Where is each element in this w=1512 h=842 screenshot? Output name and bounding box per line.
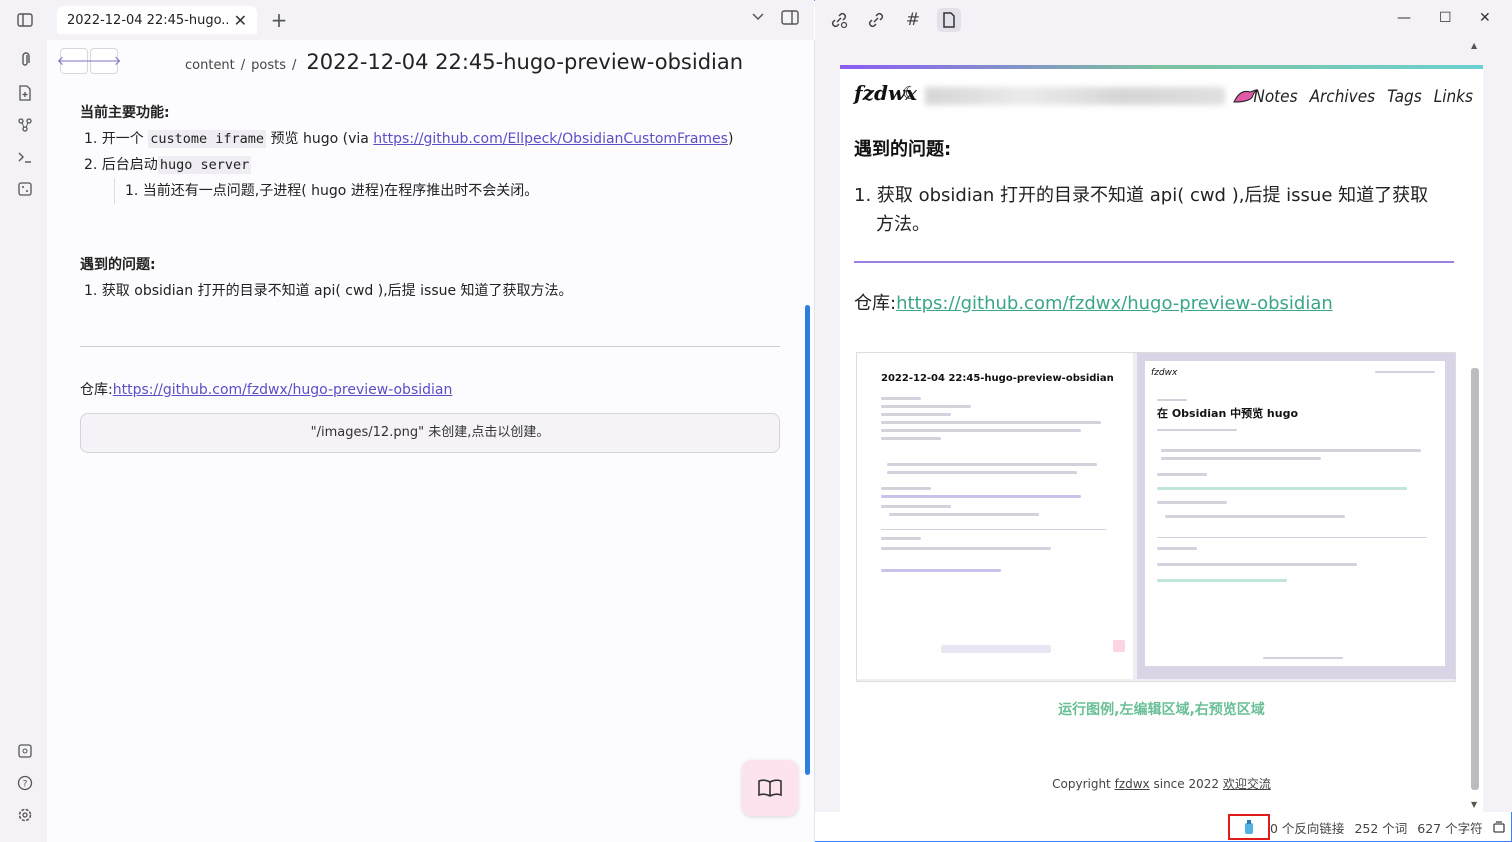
dice-icon[interactable] xyxy=(14,178,36,200)
breadcrumb: content / posts / 2022-12-04 22:45-hugo-… xyxy=(185,50,743,74)
preview-issue-line-2: 方法。 xyxy=(876,214,930,235)
graph-icon[interactable] xyxy=(14,114,36,136)
tab-title: 2022-12-04 22:45-hugo... xyxy=(67,12,228,28)
image-caption: 运行图例,左编辑区域,右预览区域 xyxy=(1058,702,1265,718)
file-icon[interactable] xyxy=(937,8,961,32)
preview-divider xyxy=(854,261,1454,263)
preview-scrollbar[interactable] xyxy=(1471,368,1479,790)
site-footer: Copyright fzdwx since 2022 欢迎交流 xyxy=(840,775,1483,792)
file-plus-icon[interactable] xyxy=(14,82,36,104)
contact-link[interactable]: 欢迎交流 xyxy=(1223,777,1271,791)
paperclip-icon[interactable] xyxy=(14,49,36,71)
screenshot-editor-side: 2022-12-04 22:45-hugo-preview-obsidian xyxy=(857,353,1133,679)
copyright-author-link[interactable]: fzdwx xyxy=(1115,777,1150,791)
blurred-title xyxy=(925,87,1225,105)
unresolved-image-embed[interactable]: "/images/12.png" 未创建,点击以创建。 xyxy=(80,413,780,453)
nav-links[interactable]: Links xyxy=(1434,87,1473,107)
status-lock-icon[interactable] xyxy=(1492,819,1505,836)
scroll-down-arrow-icon[interactable]: ▼ xyxy=(1471,800,1477,809)
preview-repo-label: 仓库: xyxy=(854,293,897,314)
unlink-icon[interactable] xyxy=(864,8,888,32)
new-tab-plus-icon[interactable]: + xyxy=(267,8,291,32)
feature-item-1-suffix: ) xyxy=(727,131,734,147)
terminal-icon[interactable] xyxy=(14,146,36,168)
feature-item-1-text: 预览 hugo (via xyxy=(270,131,369,147)
editor-pane: 🡐 🡒 content / posts / 2022-12-04 22:45-h… xyxy=(47,40,815,842)
repo-line: 仓库:https://github.com/fzdwx/hugo-preview… xyxy=(80,377,780,403)
hash-icon[interactable]: # xyxy=(901,8,925,32)
settings-icon[interactable] xyxy=(14,804,36,826)
screenshot-right-title: 在 Obsidian 中预览 hugo xyxy=(1157,407,1299,420)
book-open-icon xyxy=(758,779,782,797)
left-ribbon: ? xyxy=(0,0,48,842)
inline-code: custome iframe xyxy=(148,130,267,148)
minimize-icon[interactable]: — xyxy=(1397,10,1411,26)
copyright-prefix: Copyright xyxy=(1052,777,1111,791)
repo-link[interactable]: https://github.com/fzdwx/hugo-preview-ob… xyxy=(113,382,453,398)
preview-pane: fzdwx ☾ Notes Archives Tags Links 遇到的问题:… xyxy=(815,40,1512,812)
maximize-icon[interactable]: ☐ xyxy=(1439,10,1452,26)
nav-notes[interactable]: Notes xyxy=(1253,87,1297,107)
editor-scrollbar[interactable] xyxy=(805,305,810,775)
reading-mode-button[interactable] xyxy=(742,760,798,816)
right-sidebar-toggle-icon[interactable] xyxy=(781,10,799,30)
char-count: 627 个字符 xyxy=(1417,820,1483,836)
divider xyxy=(80,346,780,347)
word-count: 252 个词 xyxy=(1354,820,1408,836)
status-bar: 0 个反向链接 252 个词 627 个字符 xyxy=(1228,812,1512,842)
tab-bar: 2022-12-04 22:45-hugo... ✕ + xyxy=(47,0,814,40)
copyright-since: since 2022 xyxy=(1153,777,1220,791)
breadcrumb-separator: / xyxy=(240,58,246,73)
feature-item-1-prefix: 1. 开一个 xyxy=(84,131,144,147)
help-icon[interactable]: ? xyxy=(14,772,36,794)
link-icon[interactable] xyxy=(827,8,851,32)
close-window-icon[interactable]: ✕ xyxy=(1479,10,1491,26)
preview-issues-heading: 遇到的问题: xyxy=(854,139,952,160)
nav-forward-button[interactable]: 🡒 xyxy=(87,48,121,74)
screenshot-left-title: 2022-12-04 22:45-hugo-preview-obsidian xyxy=(881,373,1114,384)
preview-issue-item: 1. 获取 obsidian 打开的目录不知道 api( cwd ),后提 is… xyxy=(854,181,1454,239)
demo-screenshot-image: 2022-12-04 22:45-hugo-preview-obsidian f… xyxy=(856,352,1456,682)
right-pane-toolbar: # — ☐ ✕ xyxy=(815,0,1512,40)
feature-item-2-prefix: 2. 后台启动 xyxy=(84,157,158,173)
repo-label: 仓库: xyxy=(80,382,113,398)
chevron-down-icon[interactable] xyxy=(751,10,765,26)
preview-content: 遇到的问题: 1. 获取 obsidian 打开的目录不知道 api( cwd … xyxy=(854,135,1454,315)
screenshot-preview-side: fzdwx 在 Obsidian 中预览 hugo xyxy=(1137,353,1455,679)
feature-item-1: 1. 开一个 custome iframe 预览 hugo (via https… xyxy=(84,126,780,152)
site-nav: Notes Archives Tags Links xyxy=(1253,87,1473,107)
features-heading: 当前主要功能: xyxy=(80,105,170,121)
svg-text:?: ? xyxy=(23,780,28,790)
breadcrumb-separator: / xyxy=(292,58,297,73)
moon-icon[interactable]: ☾ xyxy=(902,83,918,104)
sidebar-toggle-icon[interactable] xyxy=(14,9,36,31)
nav-back-button[interactable]: 🡐 xyxy=(57,48,91,74)
close-icon[interactable]: ✕ xyxy=(234,11,247,30)
top-gradient-bar xyxy=(840,65,1483,69)
breadcrumb-folder-content[interactable]: content xyxy=(185,58,235,73)
preview-repo-link[interactable]: https://github.com/fzdwx/hugo-preview-ob… xyxy=(896,293,1333,314)
breadcrumb-folder-posts[interactable]: posts xyxy=(251,58,286,73)
scroll-up-arrow-icon[interactable]: ▲ xyxy=(1471,41,1477,50)
preview-repo-line: 仓库:https://github.com/fzdwx/hugo-preview… xyxy=(854,289,1454,315)
sync-status-icon[interactable] xyxy=(1228,814,1270,840)
feature-item-2: 2. 后台启动 hugo server xyxy=(84,152,780,178)
editor-document[interactable]: 当前主要功能: 1. 开一个 custome iframe 预览 hugo (v… xyxy=(80,100,780,453)
feature-subitem: 1. 当前还有一点问题,子进程( hugo 进程)在程序推出时不会关闭。 xyxy=(114,178,780,204)
nav-tags[interactable]: Tags xyxy=(1387,87,1422,107)
nav-archives[interactable]: Archives xyxy=(1310,87,1376,107)
issue-item-1: 1. 获取 obsidian 打开的目录不知道 api( cwd ),后提 is… xyxy=(84,283,573,299)
link-obsidian-custom-frames[interactable]: https://github.com/Ellpeck/ObsidianCusto… xyxy=(373,131,728,147)
note-title[interactable]: 2022-12-04 22:45-hugo-preview-obsidian xyxy=(306,50,743,74)
preview-issue-line-1: 1. 获取 obsidian 打开的目录不知道 api( cwd ),后提 is… xyxy=(854,185,1429,206)
tab-active-note[interactable]: 2022-12-04 22:45-hugo... ✕ xyxy=(57,6,257,34)
inline-code: hugo server xyxy=(157,156,252,174)
vault-icon[interactable] xyxy=(14,740,36,762)
issues-heading: 遇到的问题: xyxy=(80,257,156,273)
backlinks-count[interactable]: 0 个反向链接 xyxy=(1270,818,1344,837)
hugo-preview-iframe[interactable]: fzdwx ☾ Notes Archives Tags Links 遇到的问题:… xyxy=(840,65,1483,812)
screenshot-right-logo: fzdwx xyxy=(1151,368,1178,378)
